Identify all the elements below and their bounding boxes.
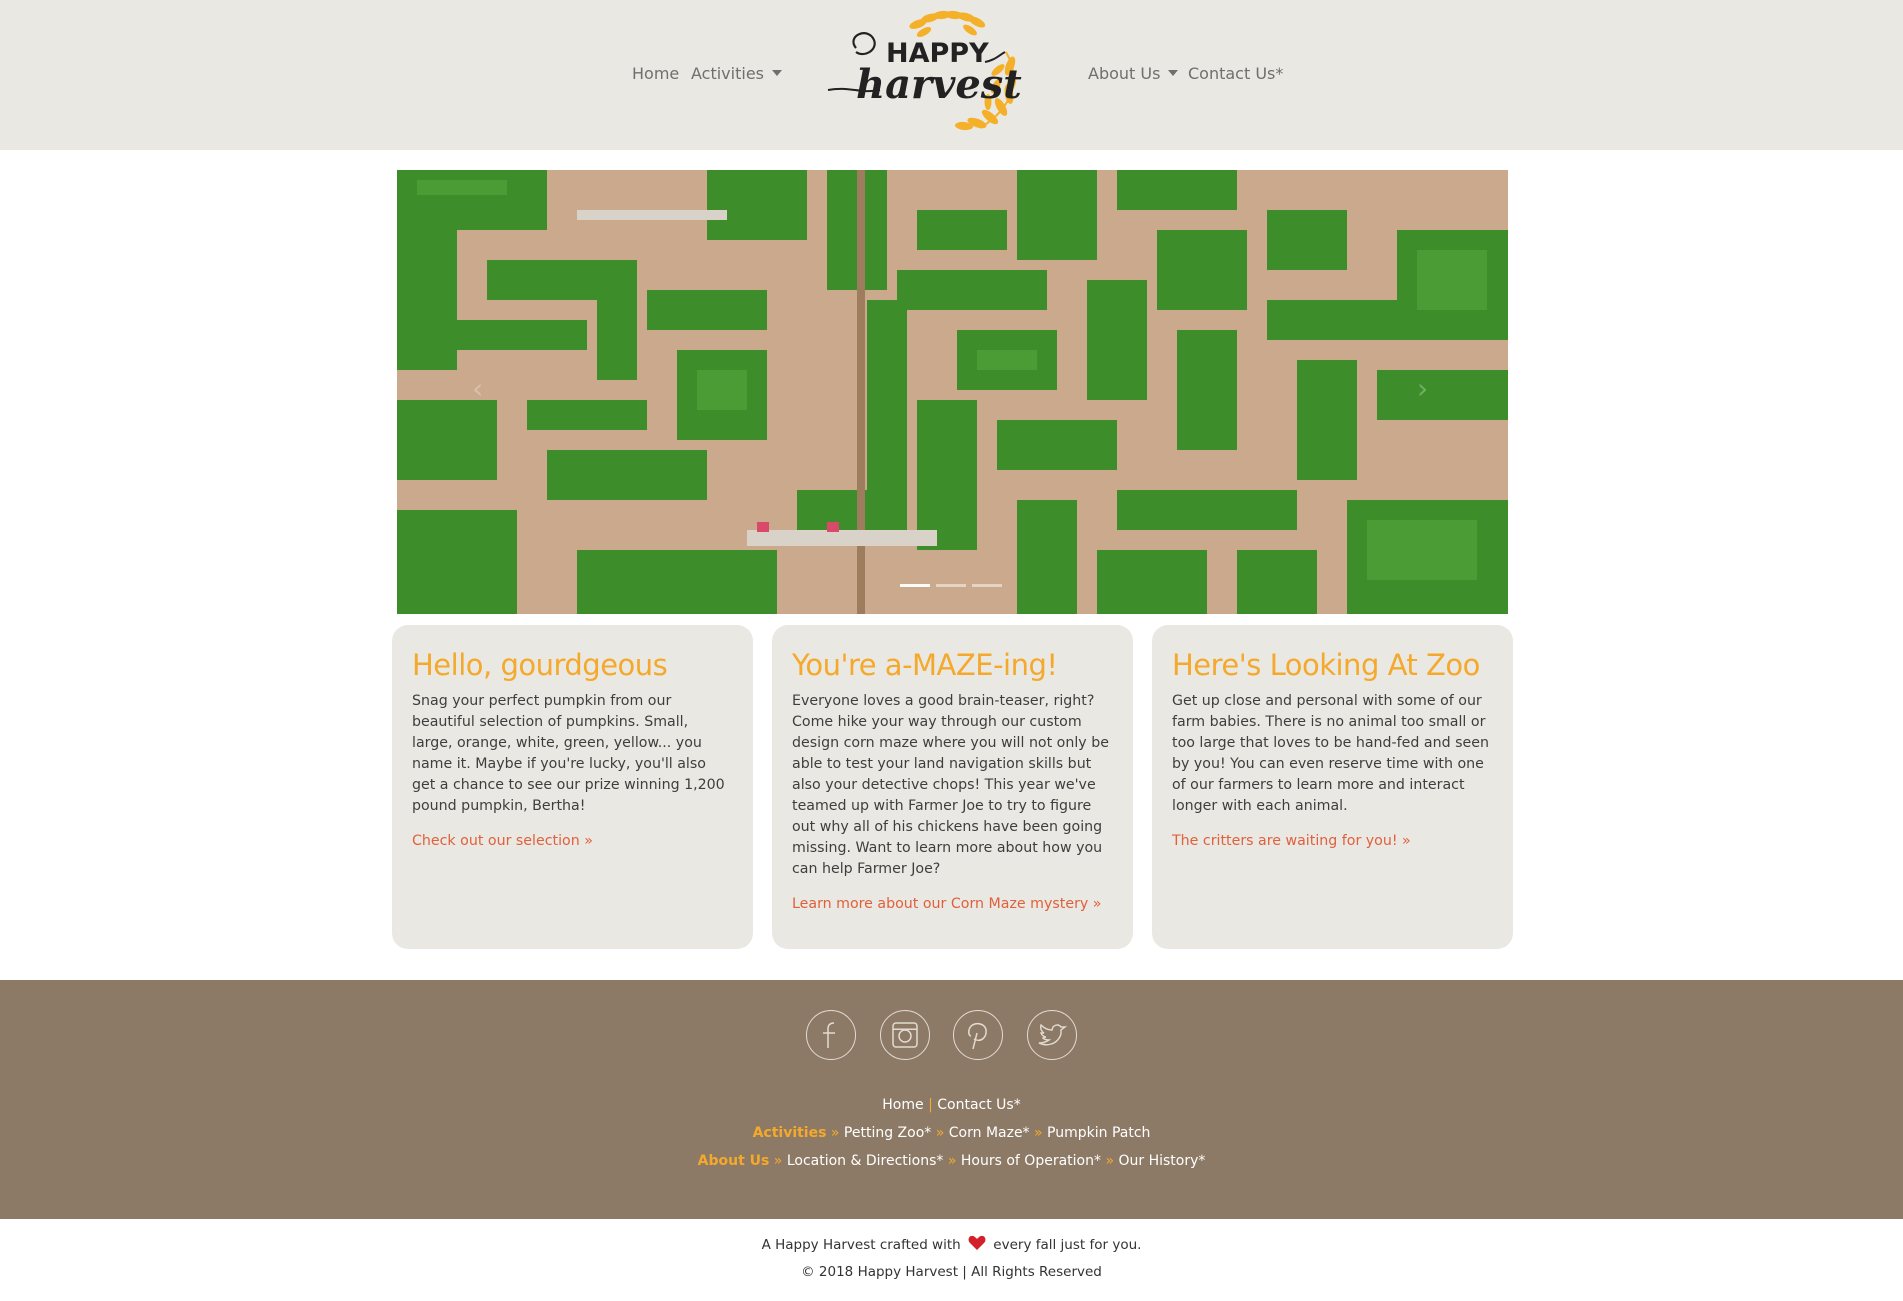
carousel-indicators bbox=[900, 584, 1002, 587]
card-text: Get up close and personal with some of o… bbox=[1172, 693, 1489, 814]
caret-down-icon bbox=[772, 70, 782, 76]
footer-arrow: » bbox=[1034, 1125, 1043, 1141]
footer-link-location[interactable]: Location & Directions* bbox=[787, 1153, 944, 1169]
carousel-prev-icon[interactable]: ‹ bbox=[472, 375, 483, 403]
nav-about-label: About Us bbox=[1088, 64, 1161, 83]
carousel-indicator-3[interactable] bbox=[972, 584, 1002, 587]
instagram-icon[interactable] bbox=[880, 1010, 930, 1060]
footer-arrow: » bbox=[830, 1125, 840, 1141]
footer-link-home[interactable]: Home bbox=[882, 1097, 923, 1113]
footer-row-about: About Us » Location & Directions* » Hour… bbox=[0, 1152, 1903, 1170]
footer-link-pumpkin-patch[interactable]: Pumpkin Patch bbox=[1047, 1125, 1150, 1141]
card-link[interactable]: The critters are waiting for you! » bbox=[1172, 833, 1493, 849]
card-title: Here's Looking At Zoo bbox=[1172, 648, 1480, 682]
footer-link-corn-maze[interactable]: Corn Maze* bbox=[949, 1125, 1030, 1141]
footer-link-history[interactable]: Our History* bbox=[1118, 1153, 1205, 1169]
card-title: Hello, gourdgeous bbox=[412, 648, 668, 682]
nav-home[interactable]: Home bbox=[632, 64, 679, 84]
footer-arrow: » bbox=[947, 1153, 957, 1169]
nav-activities-label: Activities bbox=[691, 64, 764, 83]
card-link[interactable]: Learn more about our Corn Maze mystery » bbox=[792, 896, 1113, 912]
credit-text-before: A Happy Harvest crafted with bbox=[761, 1237, 961, 1253]
card-text: Everyone loves a good brain-teaser, righ… bbox=[792, 693, 1109, 877]
heart-icon bbox=[968, 1235, 986, 1250]
carousel-indicator-2[interactable] bbox=[936, 584, 966, 587]
pinterest-icon[interactable] bbox=[953, 1010, 1003, 1060]
footer-link-contact[interactable]: Contact Us* bbox=[937, 1097, 1020, 1113]
caret-down-icon bbox=[1168, 70, 1179, 76]
twitter-icon[interactable] bbox=[1027, 1010, 1077, 1060]
logo-graphic: HAPPY harvest bbox=[827, 10, 1022, 131]
footer-separator: | bbox=[928, 1097, 933, 1113]
footer-link-hours[interactable]: Hours of Operation* bbox=[961, 1153, 1101, 1169]
nav-about-dropdown[interactable]: About Us bbox=[1088, 64, 1179, 84]
happy-harvest-logo[interactable]: HAPPY harvest bbox=[820, 6, 1030, 138]
carousel-next-icon[interactable]: › bbox=[1417, 375, 1428, 403]
carousel-indicator-1[interactable] bbox=[900, 584, 930, 587]
hero-carousel[interactable]: ‹ › bbox=[397, 170, 1508, 614]
footer-link-activities[interactable]: Activities bbox=[753, 1125, 827, 1141]
copyright: © 2018 Happy Harvest | All Rights Reserv… bbox=[801, 1264, 1102, 1280]
footer-link-about[interactable]: About Us bbox=[698, 1153, 770, 1169]
facebook-icon[interactable] bbox=[806, 1010, 856, 1060]
logo-line2: harvest bbox=[856, 61, 1022, 108]
footer-arrow: » bbox=[935, 1125, 945, 1141]
credit-text-after: every fall just for you. bbox=[993, 1237, 1142, 1253]
footer-row-activities: Activities » Petting Zoo* » Corn Maze* »… bbox=[0, 1124, 1903, 1142]
card-link[interactable]: Check out our selection » bbox=[412, 833, 733, 849]
nav-activities-dropdown[interactable]: Activities bbox=[691, 64, 782, 84]
card-title: You're a-MAZE-ing! bbox=[792, 648, 1058, 682]
footer-row-main: Home | Contact Us* bbox=[0, 1096, 1903, 1114]
card-text: Snag your perfect pumpkin from our beaut… bbox=[412, 693, 725, 814]
site-footer: Home | Contact Us* Activities » Petting … bbox=[0, 980, 1903, 1219]
corn-maze-aerial-image bbox=[397, 170, 1508, 614]
card-pumpkins: Hello, gourdgeous Snag your perfect pump… bbox=[392, 625, 753, 949]
card-corn-maze: You're a-MAZE-ing! Everyone loves a good… bbox=[772, 625, 1133, 949]
footer-link-petting-zoo[interactable]: Petting Zoo* bbox=[844, 1125, 931, 1141]
footer-arrow: » bbox=[1105, 1153, 1115, 1169]
site-header: Home Activities HAPPY harvest About Us C… bbox=[0, 0, 1903, 150]
footer-arrow: » bbox=[773, 1153, 783, 1169]
nav-contact[interactable]: Contact Us* bbox=[1188, 64, 1283, 84]
credit-line: A Happy Harvest crafted with every fall … bbox=[0, 1235, 1903, 1254]
card-zoo: Here's Looking At Zoo Get up close and p… bbox=[1152, 625, 1513, 949]
